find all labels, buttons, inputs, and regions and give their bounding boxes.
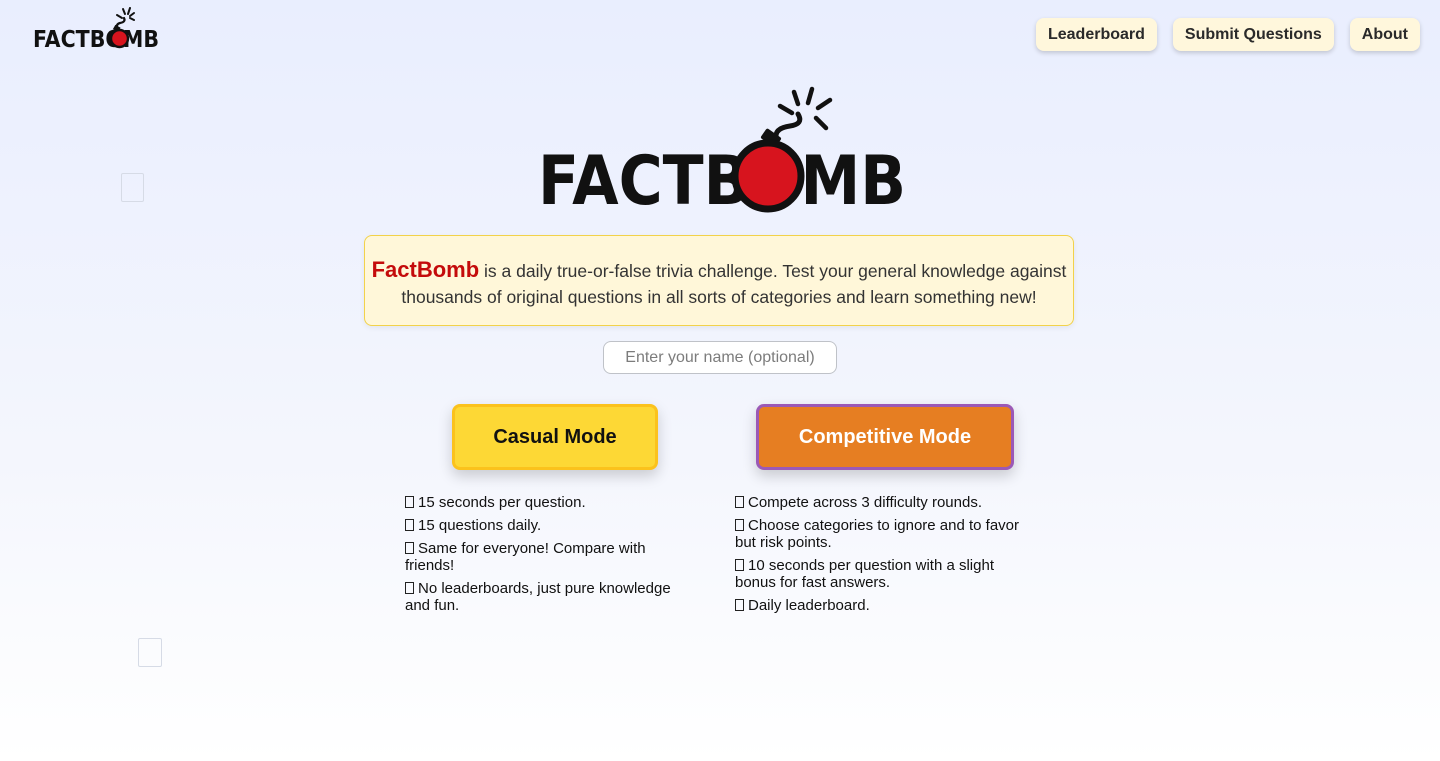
competitive-features-list: Compete across 3 difficulty rounds. Choo… [735,494,1035,620]
site-logo-text: FACTBOMB [33,27,159,50]
hero-logo-text: FACTBOMB [538,142,906,214]
site-logo[interactable]: FACTBOMB [32,6,160,50]
main-nav: Leaderboard Submit Questions About [1035,18,1420,51]
hero-fuse-icon [773,111,803,139]
missing-glyph-icon [405,542,414,554]
intro-brand: FactBomb [371,257,480,282]
name-input[interactable] [603,341,837,374]
nav-leaderboard-button[interactable]: Leaderboard [1035,18,1157,51]
hero-sparks-icon [777,86,833,131]
missing-glyph-icon [735,599,744,611]
logo-sparks-icon [116,7,135,21]
casual-mode-button[interactable]: Casual Mode [452,404,658,470]
list-item: Daily leaderboard. [735,597,1035,614]
nav-submit-questions-button[interactable]: Submit Questions [1172,18,1334,51]
list-item: Compete across 3 difficulty rounds. [735,494,1035,511]
hero-bomb-icon [731,139,805,213]
nav-about-button[interactable]: About [1349,18,1420,51]
missing-glyph-icon [405,582,414,594]
list-item: 10 seconds per question with a slight bo… [735,557,994,591]
logo-bomb-icon [109,28,130,49]
missing-glyph-icon [735,559,744,571]
missing-glyph-icon [735,519,744,531]
floating-card-icon [138,638,162,667]
intro-text: is a daily true-or-false trivia challeng… [401,261,1067,307]
missing-glyph-icon [735,496,744,508]
missing-glyph-icon [405,496,414,508]
list-item: 15 questions daily. [405,517,690,534]
list-item: No leaderboards, just pure knowledge and… [405,580,671,614]
list-item: Choose categories to ignore and to favor… [735,517,1020,551]
intro-box: FactBomb is a daily true-or-false trivia… [364,235,1074,326]
floating-card-icon [121,173,144,202]
list-item: 15 seconds per question. [405,494,690,511]
competitive-mode-button[interactable]: Competitive Mode [756,404,1014,470]
hero-logo: FACTBOMB [538,86,906,214]
missing-glyph-icon [405,519,414,531]
casual-features-list: 15 seconds per question. 15 questions da… [405,494,690,620]
list-item: Same for everyone! Compare with friends! [405,540,646,574]
